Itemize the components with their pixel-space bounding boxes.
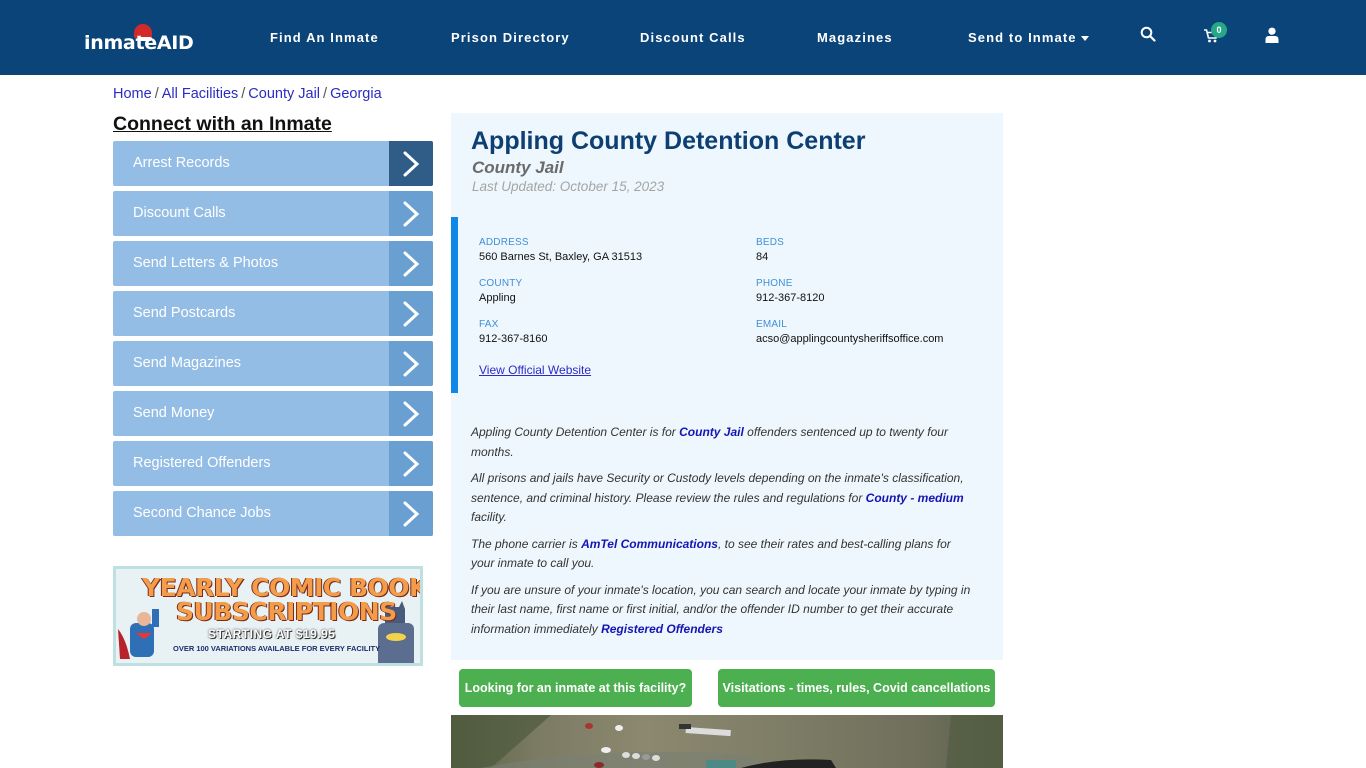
last-updated: Last Updated: October 15, 2023 (472, 179, 665, 194)
chevron-right-icon (389, 391, 433, 436)
menu-item-label: Registered Offenders (133, 455, 271, 471)
chevron-right-icon (389, 291, 433, 336)
field-address: ADDRESS 560 Barnes St, Baxley, GA 31513 (479, 237, 642, 263)
chevron-right-icon (389, 241, 433, 286)
menu-item-send-postcards[interactable]: Send Postcards (113, 291, 433, 336)
menu-item-send-magazines[interactable]: Send Magazines (113, 341, 433, 386)
chevron-right-icon (389, 441, 433, 486)
chevron-right-icon (389, 191, 433, 236)
breadcrumb-home[interactable]: Home (113, 86, 152, 102)
menu-item-label: Send Magazines (133, 355, 242, 371)
superhero-illustration-icon (118, 609, 159, 659)
logo-text-main: inmate (84, 32, 157, 54)
facility-description: Appling County Detention Center is for C… (471, 423, 976, 646)
field-value: 560 Barnes St, Baxley, GA 31513 (479, 251, 643, 263)
field-value: acso@applingcountysheriffsoffice.com (756, 333, 944, 345)
comic-subscription-ad-banner[interactable]: YEARLY COMIC BOOK SUBSCRIPTIONS STARTING… (113, 566, 423, 666)
registered-offenders-link[interactable]: Registered Offenders (601, 622, 723, 636)
field-fax: FAX 912-367-8160 (479, 319, 548, 345)
field-label: ADDRESS (479, 237, 529, 248)
security-level-link[interactable]: County - medium (866, 491, 964, 505)
facility-name: Appling County Detention Center (471, 127, 866, 155)
field-phone: PHONE 912-367-8120 (756, 278, 825, 304)
ad-price: STARTING AT $19.95 (208, 627, 336, 641)
connect-with-inmate-heading: Connect with an Inmate (113, 113, 332, 135)
chevron-right-icon (389, 491, 433, 536)
nav-prison-directory[interactable]: Prison Directory (451, 30, 570, 45)
county-jail-link[interactable]: County Jail (679, 425, 744, 439)
top-navbar: inmateAID Find An Inmate Prison Director… (0, 0, 1366, 75)
user-icon[interactable] (1265, 27, 1285, 47)
breadcrumb-county-jail[interactable]: County Jail (248, 86, 320, 102)
field-value: 912-367-8120 (756, 292, 825, 304)
connect-menu: Arrest Records Discount Calls Send Lette… (113, 141, 433, 541)
phone-carrier-link[interactable]: AmTel Communications (581, 537, 718, 551)
menu-item-label: Second Chance Jobs (133, 505, 271, 521)
facility-aerial-photo (451, 715, 1003, 768)
menu-item-label: Arrest Records (133, 155, 230, 171)
breadcrumb: Home / All Facilities / County Jail / Georgia (113, 86, 382, 102)
menu-item-discount-calls[interactable]: Discount Calls (113, 191, 433, 236)
field-label: EMAIL (756, 319, 788, 330)
ad-tagline: OVER 100 VARIATIONS AVAILABLE FOR EVERY … (173, 644, 381, 653)
visitations-button[interactable]: Visitations - times, rules, Covid cancel… (718, 669, 995, 707)
field-label: COUNTY (479, 278, 523, 289)
menu-item-send-money[interactable]: Send Money (113, 391, 433, 436)
description-paragraph: All prisons and jails have Security or C… (471, 471, 964, 524)
field-county: COUNTY Appling (479, 278, 522, 304)
facility-type: County Jail (472, 158, 564, 177)
facility-info-box: ADDRESS 560 Barnes St, Baxley, GA 31513 … (451, 217, 1003, 393)
nav-send-to-inmate-label: Send to Inmate (968, 30, 1077, 45)
nav-send-to-inmate[interactable]: Send to Inmate (968, 30, 1089, 45)
description-paragraph: If you are unsure of your inmate's locat… (471, 582, 971, 636)
field-label: PHONE (756, 278, 793, 289)
menu-item-label: Discount Calls (133, 205, 226, 221)
nav-find-an-inmate[interactable]: Find An Inmate (270, 30, 379, 45)
chevron-right-icon (389, 141, 433, 186)
ad-headline-2: SUBSCRIPTIONS (176, 597, 397, 626)
nav-magazines[interactable]: Magazines (817, 30, 893, 45)
field-email: EMAIL acso@applingcountysheriffsoffice.c… (756, 319, 943, 345)
menu-item-label: Send Postcards (133, 305, 236, 321)
menu-item-second-chance-jobs[interactable]: Second Chance Jobs (113, 491, 433, 536)
field-value: Appling (479, 292, 516, 304)
breadcrumb-georgia[interactable]: Georgia (330, 86, 382, 102)
field-label: FAX (479, 319, 499, 330)
logo-text-accent: AID (156, 32, 194, 54)
chevron-right-icon (389, 341, 433, 386)
menu-item-registered-offenders[interactable]: Registered Offenders (113, 441, 433, 486)
description-paragraph: The phone carrier is AmTel Communication… (471, 536, 951, 571)
breadcrumb-all-facilities[interactable]: All Facilities (162, 86, 239, 102)
field-value: 84 (756, 251, 769, 263)
view-official-website-link[interactable]: View Official Website (479, 363, 591, 377)
inmateaid-logo[interactable]: inmateAID (84, 24, 194, 56)
description-paragraph: Appling County Detention Center is for C… (471, 425, 948, 459)
field-label: BEDS (756, 237, 785, 248)
menu-item-label: Send Money (133, 405, 215, 421)
looking-for-inmate-button[interactable]: Looking for an inmate at this facility? (459, 669, 692, 707)
cart-count-badge: 0 (1211, 22, 1227, 38)
menu-item-label: Send Letters & Photos (133, 255, 279, 271)
caret-down-icon (1080, 36, 1089, 42)
search-icon[interactable] (1140, 26, 1160, 46)
menu-item-send-letters-photos[interactable]: Send Letters & Photos (113, 241, 433, 286)
menu-item-arrest-records[interactable]: Arrest Records (113, 141, 433, 186)
field-beds: BEDS 84 (756, 237, 784, 263)
facility-panel: Appling County Detention Center County J… (451, 113, 1003, 660)
nav-discount-calls[interactable]: Discount Calls (640, 30, 746, 45)
field-value: 912-367-8160 (479, 333, 548, 345)
aerial-photo-illustration (451, 715, 1003, 768)
